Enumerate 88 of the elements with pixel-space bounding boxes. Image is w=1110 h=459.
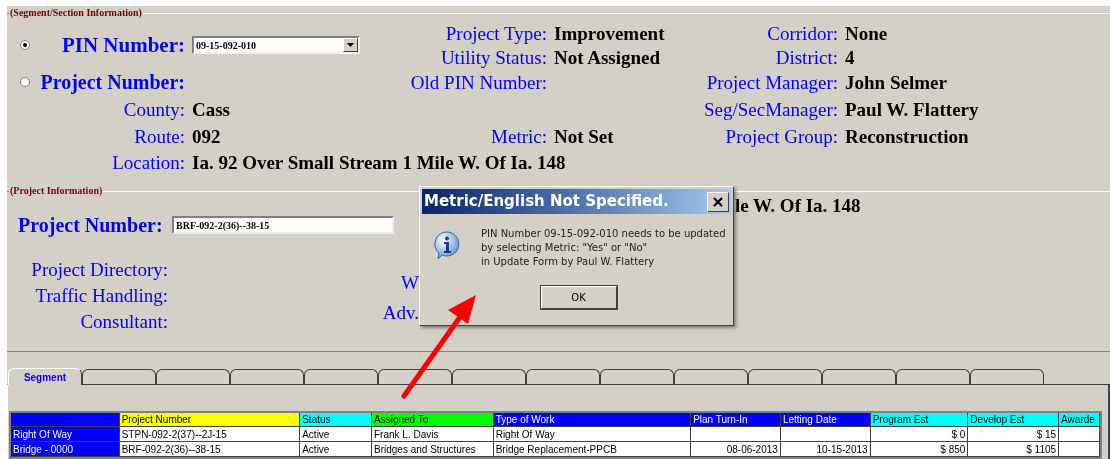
table-cell: 08-06-2013 — [691, 442, 781, 457]
field-value: Improvement — [554, 23, 665, 43]
field-value: Cass — [192, 99, 230, 119]
field-label: Route: — [134, 127, 185, 146]
field-value: Not Set — [554, 127, 614, 146]
tab[interactable] — [674, 369, 748, 384]
field-label: Traffic Handling: — [35, 286, 168, 305]
field-label: Project Directory: — [31, 260, 168, 279]
table-cell: Active — [300, 442, 372, 457]
field-label: W — [401, 273, 419, 292]
tab[interactable] — [896, 369, 970, 384]
field-value: John Selmer — [845, 72, 947, 92]
field-value: Not Assigned — [554, 47, 661, 67]
column-header[interactable]: Type of Work — [493, 413, 692, 427]
field-label: Project Group: — [725, 127, 838, 146]
field-label: Metric: — [491, 127, 547, 146]
table-cell: Bridges and Structures — [372, 442, 494, 457]
table-cell — [1059, 442, 1100, 457]
table-cell: $ 850 — [870, 442, 969, 457]
column-header[interactable]: Assigned To — [372, 413, 494, 427]
column-header[interactable]: Status — [300, 413, 372, 427]
field-label: Corridor: — [767, 23, 838, 43]
tab[interactable] — [748, 369, 822, 384]
field-value: Paul W. Flattery — [845, 99, 979, 119]
caret-icon — [343, 38, 358, 52]
field-label: PIN Number: — [61, 34, 185, 56]
field-value: Reconstruction — [845, 127, 969, 146]
tab[interactable] — [526, 369, 600, 384]
row-header: Bridge - 0000 — [11, 442, 120, 457]
close-icon — [713, 196, 723, 207]
field-label: Adv. — [382, 303, 419, 322]
row-header: Right Of Way — [11, 427, 120, 442]
field-label: Project Type: — [445, 23, 547, 43]
pin-dropdown[interactable]: 09-15-092-010 — [192, 36, 360, 54]
tab[interactable] — [822, 369, 896, 384]
dialog-message: by selecting Metric: "Yes" or "No" — [481, 241, 649, 255]
table-cell — [1059, 427, 1100, 442]
tab[interactable] — [82, 369, 156, 384]
table-cell: Active — [300, 427, 372, 442]
field-value: 092 — [192, 127, 221, 146]
column-header[interactable]: Develop Est — [968, 413, 1060, 427]
table-cell: $ 0 — [870, 427, 969, 442]
column-header[interactable]: Awarde — [1059, 413, 1100, 427]
column-header[interactable]: Program Est — [870, 413, 969, 427]
tab[interactable] — [600, 369, 674, 384]
tab[interactable] — [156, 369, 230, 384]
table-cell: STPN-092-2(37)--2J-15 — [119, 427, 301, 442]
field-label: Project Manager: — [706, 72, 838, 92]
field-label: Utility Status: — [440, 47, 547, 67]
tab[interactable]: Segment — [8, 368, 82, 385]
tab[interactable] — [970, 369, 1044, 384]
project-number-field[interactable]: BRF-092-2(36)--38-15 — [172, 216, 394, 235]
column-header[interactable]: Letting Date — [780, 413, 871, 427]
table-cell: Right Of Way — [493, 427, 692, 442]
column-header[interactable]: Plan Turn-In — [691, 413, 781, 427]
field-label: Location: — [112, 152, 185, 172]
table-cell: Bridge Replacement-PPCB — [493, 442, 692, 457]
table-cell: BRF-092-2(36)--38-15 — [119, 442, 301, 457]
field-label: Project Number: — [18, 215, 164, 236]
tab[interactable] — [378, 369, 452, 384]
section-title: (Project Information) — [9, 186, 104, 197]
field-value: None — [845, 23, 888, 43]
dialog-message: PIN Number 09-15-092-010 needs to be updated — [481, 227, 726, 241]
table-cell: Frank L. Davis — [372, 427, 494, 442]
field-label: County: — [123, 99, 185, 119]
field-value: 4 — [845, 47, 855, 67]
field-label: District: — [775, 47, 838, 67]
tab[interactable] — [304, 369, 378, 384]
column-header[interactable]: Project Number — [119, 413, 301, 427]
section-title: (Segment/Section Information) — [9, 8, 143, 18]
table-cell: 10-15-2013 — [780, 442, 871, 457]
field-label: Consultant: — [80, 312, 168, 331]
ok-button[interactable]: OK — [540, 286, 617, 309]
close-button[interactable] — [707, 191, 729, 212]
field-value: le W. Of Ia. 148 — [735, 196, 861, 215]
field-value: Ia. 92 Over Small Stream 1 Mile W. Of Ia. 148 — [192, 152, 566, 172]
tab[interactable] — [452, 369, 526, 384]
field-label: Old PIN Number: — [410, 72, 547, 92]
radio-button[interactable] — [20, 77, 30, 87]
dialog-message: in Update Form by Paul W. Flattery — [481, 255, 656, 269]
tab[interactable] — [230, 369, 304, 384]
field-label: Project Number: — [40, 72, 185, 92]
info-icon — [432, 230, 462, 260]
field-label: Seg/SecManager: — [704, 99, 838, 119]
dialog-title: Metric/English Not Specified. — [424, 191, 670, 213]
radio-button[interactable] — [20, 40, 30, 50]
table-cell: $ 1105 — [968, 442, 1060, 457]
table-cell: $ 15 — [968, 427, 1060, 442]
